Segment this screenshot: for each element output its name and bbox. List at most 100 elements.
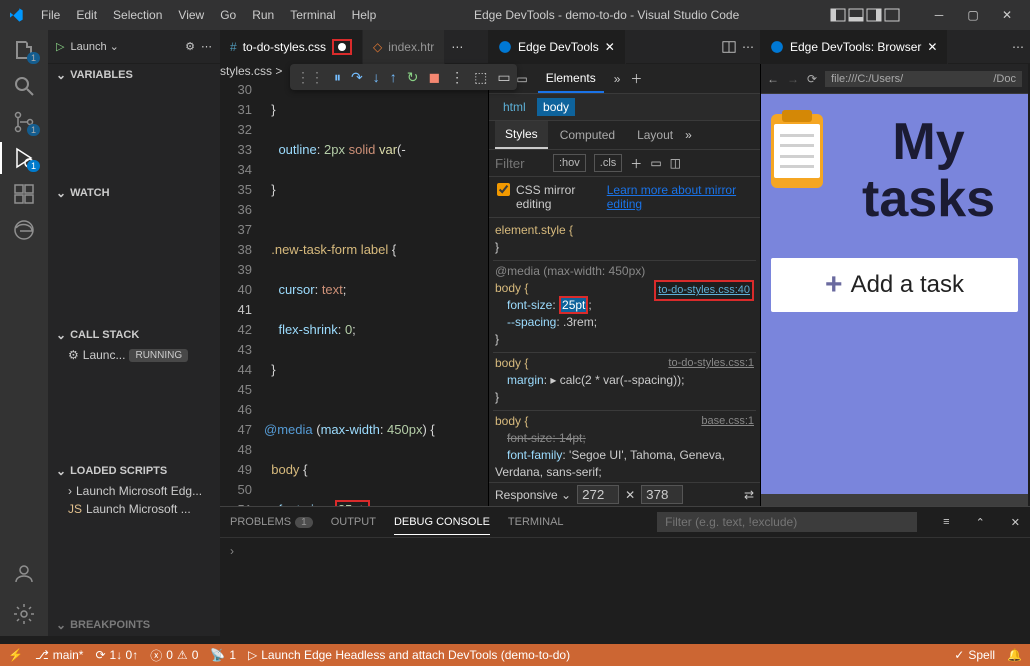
mirror-checkbox[interactable] [497, 183, 510, 196]
loaded-scripts-section[interactable]: LOADED SCRIPTS [48, 460, 220, 482]
callstack-section[interactable]: CALL STACK [48, 324, 220, 346]
layout-icon[interactable] [830, 7, 846, 23]
breakpoints-section[interactable]: BREAKPOINTS [48, 614, 220, 636]
gear-icon[interactable]: ⚙ [185, 40, 195, 53]
editor-tab-styles[interactable]: # to-do-styles.css [220, 30, 363, 64]
step-out-icon[interactable]: ↑ [390, 69, 397, 85]
debug-toolbar[interactable]: ⋮⋮ ⏸ ↷ ↓ ↑ ↻ ◼ ⋮ ⬚ ▭ [290, 64, 517, 90]
browser-tab[interactable]: Edge DevTools: Browser ✕ [760, 30, 948, 64]
debug-status[interactable]: ▷ Launch Edge Headless and attach DevToo… [248, 648, 570, 662]
output-tab[interactable]: OUTPUT [331, 510, 376, 534]
step-into-icon[interactable]: ↓ [373, 69, 380, 85]
inspect-icon[interactable]: ⬚ [474, 69, 487, 86]
device-icon[interactable]: ▭ [497, 69, 510, 86]
run-debug-icon[interactable]: 1 [12, 146, 36, 170]
responsive-dropdown[interactable]: Responsive ⌄ [495, 488, 571, 502]
device-icon[interactable]: ▭ [650, 156, 661, 170]
pause-icon[interactable]: ⏸ [334, 69, 341, 86]
width-input[interactable] [577, 485, 619, 504]
start-debug-icon[interactable]: ▷ [56, 40, 64, 53]
explorer-icon[interactable]: 1 [12, 38, 36, 62]
more-icon[interactable]: ⋯ [742, 40, 754, 54]
address-bar[interactable]: file:///C:/Users//Doc [825, 71, 1022, 87]
source-link[interactable]: base.css:1 [701, 413, 754, 430]
menu-run[interactable]: Run [245, 4, 281, 26]
split-icon[interactable] [722, 40, 736, 54]
add-task-button[interactable]: + Add a task [771, 258, 1018, 312]
layout-icon[interactable] [848, 7, 864, 23]
height-input[interactable] [641, 485, 683, 504]
forward-icon[interactable]: → [787, 72, 799, 86]
layout-icon[interactable] [884, 7, 900, 23]
problems-tab[interactable]: PROBLEMS1 [230, 510, 313, 534]
panel-filter-input[interactable] [657, 512, 917, 532]
reload-icon[interactable]: ⟳ [807, 72, 817, 86]
search-icon[interactable] [12, 74, 36, 98]
mirror-link[interactable]: Learn more about mirror editing [607, 183, 752, 211]
elements-tab[interactable]: Elements [538, 65, 604, 93]
window-maximize[interactable]: ▢ [958, 8, 988, 22]
source-link-highlight[interactable]: to-do-styles.css:40 [654, 280, 754, 301]
launch-config-dropdown[interactable]: Launch ⌄ [70, 40, 118, 53]
hov-toggle[interactable]: :hov [553, 154, 586, 172]
menu-selection[interactable]: Selection [106, 4, 169, 26]
close-icon[interactable]: ✕ [605, 40, 615, 54]
styles-pane[interactable]: element.style {} @media (max-width: 450p… [489, 218, 760, 482]
more-icon[interactable]: ⋯ [451, 40, 463, 54]
close-icon[interactable]: ✕ [1011, 516, 1020, 529]
sync-item[interactable]: ⟳ 1↓ 0↑ [95, 648, 138, 662]
code-editor-content[interactable]: } outline: 2px solid var(- } .new-task-f… [264, 78, 488, 506]
edge-icon[interactable] [12, 218, 36, 242]
more-icon[interactable]: » [685, 128, 692, 142]
variables-section[interactable]: VARIABLES [48, 64, 220, 86]
more-icon[interactable]: ⋯ [1012, 40, 1024, 54]
styles-subtab[interactable]: Styles [495, 121, 548, 149]
settings-icon[interactable] [12, 602, 36, 626]
more-icon[interactable]: ⋯ [201, 40, 212, 53]
cls-toggle[interactable]: .cls [594, 154, 623, 172]
source-link[interactable]: to-do-styles.css:1 [668, 355, 754, 372]
layout-controls[interactable] [830, 7, 900, 23]
source-control-icon[interactable]: 1 [12, 110, 36, 134]
loaded-script-item[interactable]: › Launch Microsoft Edg... [48, 482, 220, 500]
scrollbar-horizontal[interactable] [761, 494, 1028, 506]
ports-item[interactable]: 📡 1 [210, 648, 236, 662]
menu-go[interactable]: Go [213, 4, 243, 26]
maximize-icon[interactable]: ⌃ [976, 516, 985, 529]
back-icon[interactable]: ← [767, 72, 779, 86]
notifications-icon[interactable]: 🔔 [1007, 648, 1022, 662]
menu-view[interactable]: View [171, 4, 211, 26]
terminal-tab[interactable]: TERMINAL [508, 510, 564, 534]
menu-help[interactable]: Help [345, 4, 384, 26]
restart-icon[interactable]: ↻ [407, 69, 419, 86]
device-icon[interactable]: ▭ [516, 72, 527, 86]
dom-breadcrumb[interactable]: html body [489, 94, 760, 121]
value-highlight[interactable]: 25pt [559, 296, 588, 314]
devtools-tab[interactable]: Edge DevTools ✕ [488, 30, 626, 64]
window-minimize[interactable]: ─ [924, 8, 954, 22]
more-tabs-icon[interactable]: » [614, 72, 621, 86]
extensions-icon[interactable] [12, 182, 36, 206]
menu-file[interactable]: File [34, 4, 67, 26]
branch-item[interactable]: ⎇ main* [35, 648, 84, 662]
new-style-icon[interactable]: ＋ [630, 155, 642, 172]
problems-item[interactable]: ⓧ 0 ⚠ 0 [150, 647, 198, 664]
filter-icon[interactable]: ≡ [943, 516, 949, 528]
remote-button[interactable]: ⚡ [8, 648, 23, 662]
callstack-item[interactable]: ⚙ Launc... RUNNING [48, 346, 220, 364]
loaded-script-item[interactable]: JS Launch Microsoft ... [48, 500, 220, 518]
window-close[interactable]: ✕ [992, 8, 1022, 22]
spell-item[interactable]: ✓ Spell [954, 648, 995, 662]
layout-icon[interactable] [866, 7, 882, 23]
step-over-icon[interactable]: ↷ [351, 69, 363, 86]
styles-filter-input[interactable] [495, 156, 545, 171]
rotate-icon[interactable]: ⇄ [744, 488, 754, 502]
panel-icon[interactable]: ◫ [670, 156, 681, 170]
close-icon[interactable]: ✕ [927, 40, 937, 54]
account-icon[interactable] [12, 562, 36, 586]
menu-terminal[interactable]: Terminal [283, 4, 342, 26]
debug-console-tab[interactable]: DEBUG CONSOLE [394, 510, 490, 535]
editor-tab-index[interactable]: ◇ index.htr [363, 30, 445, 64]
stop-icon[interactable]: ◼ [428, 69, 440, 86]
layout-subtab[interactable]: Layout [627, 122, 683, 148]
